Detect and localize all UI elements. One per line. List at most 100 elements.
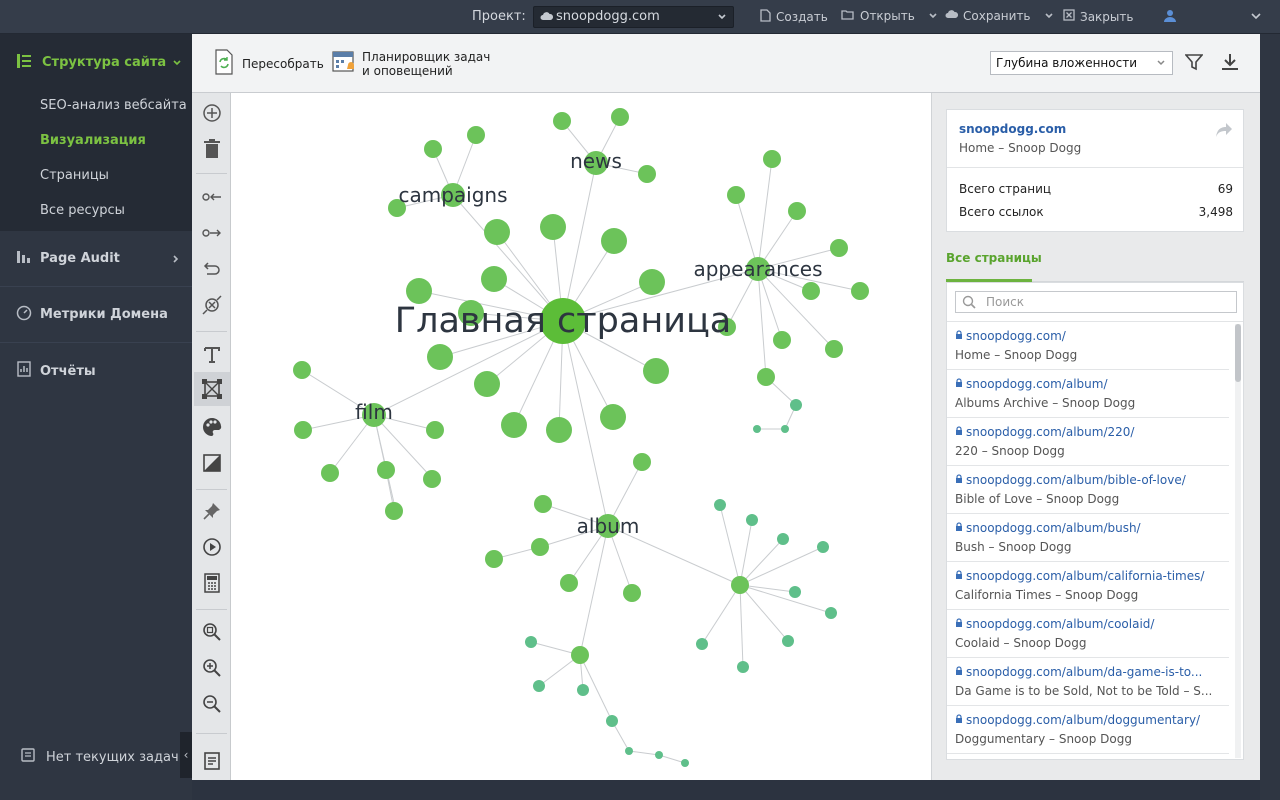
close-button[interactable]: Закрыть xyxy=(1063,9,1133,24)
sidebar-subitem-all-resources[interactable]: Все ресурсы xyxy=(40,203,125,218)
graph-node[interactable] xyxy=(781,425,789,433)
play-icon[interactable] xyxy=(200,535,224,559)
scheduler-button[interactable]: Планировщик задач и оповещений xyxy=(332,49,490,79)
depth-select[interactable]: Глубина вложенности xyxy=(990,51,1173,75)
graph-node[interactable] xyxy=(825,340,843,358)
graph-node[interactable] xyxy=(639,269,665,295)
graph-node[interactable] xyxy=(782,635,794,647)
sidebar-subitem-seo-analysis[interactable]: SEO-анализ вебсайта xyxy=(40,98,187,113)
tab-all-pages[interactable]: Все страницы xyxy=(946,251,1042,265)
graph-node[interactable] xyxy=(825,607,837,619)
project-select[interactable]: snoopdogg.com xyxy=(533,6,734,28)
zoom-fit-icon[interactable] xyxy=(200,620,224,644)
graph-node[interactable] xyxy=(501,412,527,438)
incoming-links-icon[interactable] xyxy=(200,185,224,209)
task-status[interactable]: Нет текущих задач xyxy=(0,734,192,780)
site-domain-link[interactable]: snoopdogg.com xyxy=(959,122,1066,136)
graph-node[interactable] xyxy=(385,502,403,520)
sidebar-subitem-pages[interactable]: Страницы xyxy=(40,168,109,183)
graph-node[interactable] xyxy=(789,586,801,598)
graph-node[interactable] xyxy=(746,514,758,526)
page-url[interactable]: snoopdogg.com/ xyxy=(966,329,1066,343)
graph-node[interactable] xyxy=(773,331,791,349)
graph-node[interactable] xyxy=(714,499,726,511)
share-icon[interactable] xyxy=(1215,122,1233,142)
zoom-in-icon[interactable] xyxy=(200,656,224,680)
search-input[interactable] xyxy=(986,294,1226,310)
palette-icon[interactable] xyxy=(200,415,224,439)
graph-node[interactable] xyxy=(423,470,441,488)
site-graph-canvas[interactable]: Главная страница news campaigns appearan… xyxy=(231,93,931,780)
graph-node[interactable] xyxy=(533,680,545,692)
graph-node[interactable] xyxy=(830,239,848,257)
trash-icon[interactable] xyxy=(200,137,224,161)
graph-node[interactable] xyxy=(424,140,442,158)
page-url[interactable]: snoopdogg.com/album/da-game-is-to... xyxy=(966,665,1202,679)
graph-node[interactable] xyxy=(534,495,552,513)
save-button[interactable]: Сохранить xyxy=(945,9,1054,23)
text-icon[interactable] xyxy=(200,343,224,367)
list-scrollbar[interactable] xyxy=(1235,324,1241,758)
rebuild-button[interactable]: Пересобрать xyxy=(214,49,324,79)
graph-node[interactable] xyxy=(293,361,311,379)
graph-node[interactable] xyxy=(633,453,651,471)
graph-node[interactable] xyxy=(817,541,829,553)
graph-node[interactable] xyxy=(790,399,802,411)
page-url[interactable]: snoopdogg.com/album/bible-of-love/ xyxy=(966,473,1186,487)
create-button[interactable]: Создать xyxy=(760,9,828,25)
graph-node[interactable] xyxy=(481,266,507,292)
graph-node[interactable] xyxy=(606,715,618,727)
graph-node[interactable] xyxy=(731,576,749,594)
graph-node[interactable] xyxy=(611,108,629,126)
graph-node[interactable] xyxy=(553,112,571,130)
graph-node[interactable] xyxy=(643,358,669,384)
graph-node[interactable] xyxy=(681,759,689,767)
list-item[interactable]: snoopdogg.com/album/coolaid/ Coolaid – S… xyxy=(947,610,1229,658)
graph-node[interactable] xyxy=(427,344,453,370)
filter-icon[interactable] xyxy=(1184,53,1204,75)
graph-node[interactable] xyxy=(321,464,339,482)
sidebar-item-reports[interactable]: Отчёты xyxy=(0,343,192,399)
download-icon[interactable] xyxy=(1221,53,1239,75)
graph-node[interactable] xyxy=(467,126,485,144)
list-scrollbar-thumb[interactable] xyxy=(1235,324,1241,382)
undo-icon[interactable] xyxy=(200,257,224,281)
outgoing-links-icon[interactable] xyxy=(200,221,224,245)
graph-node[interactable] xyxy=(763,150,781,168)
graph-node[interactable] xyxy=(546,417,572,443)
list-item[interactable]: snoopdogg.com/album/doggumentary/ Doggum… xyxy=(947,706,1229,754)
graph-node[interactable] xyxy=(426,421,444,439)
user-icon[interactable] xyxy=(1163,9,1177,27)
graph-node[interactable] xyxy=(474,371,500,397)
graph-node[interactable] xyxy=(525,636,537,648)
graph-node[interactable] xyxy=(777,533,789,545)
list-item[interactable]: snoopdogg.com/album/da-game-is-to... Da … xyxy=(947,658,1229,706)
graph-node[interactable] xyxy=(600,404,626,430)
graph-node[interactable] xyxy=(802,282,820,300)
pin-icon[interactable] xyxy=(200,499,224,523)
graph-node[interactable] xyxy=(571,646,589,664)
open-button[interactable]: Открыть xyxy=(841,9,938,23)
page-url[interactable]: snoopdogg.com/album/ xyxy=(966,377,1107,391)
graph-node[interactable] xyxy=(851,282,869,300)
graph-node[interactable] xyxy=(788,202,806,220)
add-node-icon[interactable] xyxy=(200,101,224,125)
graph-node[interactable] xyxy=(638,165,656,183)
remove-link-icon[interactable] xyxy=(200,293,224,317)
calculator-icon[interactable] xyxy=(200,571,224,595)
list-item[interactable]: snoopdogg.com/album/220/ 220 – Snoop Dog… xyxy=(947,418,1229,466)
graph-node[interactable] xyxy=(377,461,395,479)
sidebar-item-domain-metrics[interactable]: Метрики Домена xyxy=(0,287,192,343)
list-item[interactable]: snoopdogg.com/album/california-times/ Ca… xyxy=(947,562,1229,610)
node-layout-icon[interactable] xyxy=(194,372,230,406)
page-url[interactable]: snoopdogg.com/album/california-times/ xyxy=(966,569,1204,583)
legend-icon[interactable] xyxy=(200,749,224,773)
graph-node[interactable] xyxy=(737,661,749,673)
list-item[interactable]: snoopdogg.com/album/bush/ Bush – Snoop D… xyxy=(947,514,1229,562)
graph-node[interactable] xyxy=(485,550,503,568)
list-item[interactable]: snoopdogg.com/album/bible-of-love/ Bible… xyxy=(947,466,1229,514)
graph-node[interactable] xyxy=(625,747,633,755)
graph-node[interactable] xyxy=(623,584,641,602)
graph-node[interactable] xyxy=(727,186,745,204)
graph-node[interactable] xyxy=(484,219,510,245)
